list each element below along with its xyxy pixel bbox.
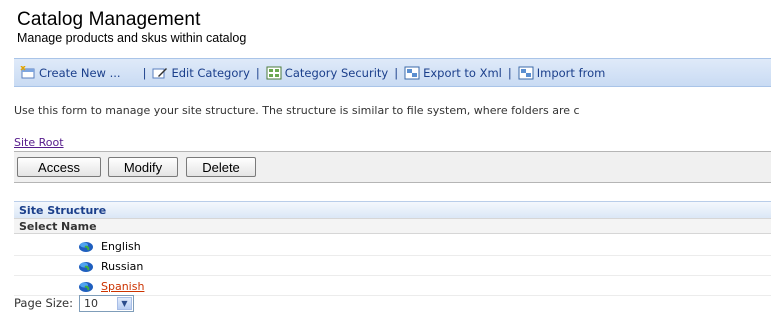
table-row[interactable]: English xyxy=(14,236,771,256)
globe-icon xyxy=(78,258,94,273)
grid-header: Select Name xyxy=(14,218,771,234)
toolbar-separator: | xyxy=(255,65,260,80)
create-new-label: Create New ... xyxy=(39,65,121,80)
toolbar-separator: | xyxy=(394,65,399,80)
import-icon xyxy=(518,66,534,80)
action-bar: Access Modify Delete xyxy=(14,151,771,183)
page-title: Catalog Management xyxy=(17,9,201,30)
create-new-button[interactable]: Create New ... xyxy=(20,64,121,80)
globe-icon xyxy=(78,238,94,253)
row-name[interactable]: Spanish xyxy=(101,280,144,293)
export-xml-button[interactable]: Export to Xml xyxy=(404,66,502,80)
delete-button[interactable]: Delete xyxy=(186,157,256,177)
import-label: Import from xyxy=(536,65,606,80)
toolbar-separator: | xyxy=(142,65,147,80)
toolbar: Create New ... | Edit Category | Categor… xyxy=(14,58,771,87)
page-size-label: Page Size: xyxy=(14,296,73,310)
security-icon xyxy=(266,66,282,80)
page-header: Catalog Management Manage products and s… xyxy=(0,0,771,56)
row-name[interactable]: English xyxy=(101,240,141,253)
row-name[interactable]: Russian xyxy=(101,260,143,273)
grid-title: Site Structure xyxy=(14,201,771,218)
export-xml-label: Export to Xml xyxy=(423,65,502,80)
page-size-value: 10 xyxy=(83,296,98,310)
category-security-label: Category Security xyxy=(284,65,389,80)
breadcrumb-site-root[interactable]: Site Root xyxy=(14,136,64,149)
table-row[interactable]: Spanish xyxy=(14,276,771,296)
category-security-button[interactable]: Category Security xyxy=(266,66,388,80)
column-header-select: Select xyxy=(19,219,58,233)
page-subtitle: Manage products and skus within catalog xyxy=(17,31,247,45)
table-row[interactable]: Russian xyxy=(14,256,771,276)
column-header-name: Name xyxy=(61,219,97,233)
pager: Page Size: 10 ▼ xyxy=(14,294,134,312)
chevron-down-icon[interactable]: ▼ xyxy=(116,296,132,310)
page-size-select[interactable]: 10 ▼ xyxy=(78,294,134,312)
globe-icon xyxy=(78,278,94,293)
create-new-icon xyxy=(20,64,36,80)
intro-text: Use this form to manage your site struct… xyxy=(14,104,580,117)
export-icon xyxy=(404,66,420,80)
modify-button[interactable]: Modify xyxy=(108,157,178,177)
edit-category-label: Edit Category xyxy=(171,65,250,80)
import-button[interactable]: Import from xyxy=(518,65,606,80)
toolbar-separator: | xyxy=(507,65,512,80)
access-button[interactable]: Access xyxy=(17,157,101,177)
edit-category-button[interactable]: Edit Category xyxy=(152,65,250,80)
edit-icon xyxy=(152,66,168,80)
